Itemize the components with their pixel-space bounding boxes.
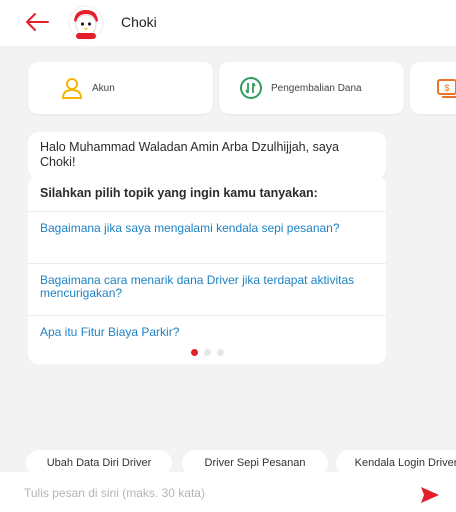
payment-icon: $	[437, 79, 456, 98]
topic-option[interactable]: Bagaimana cara menarik dana Driver jika …	[28, 263, 386, 315]
page-title: Choki	[121, 14, 157, 30]
back-arrow-icon[interactable]	[24, 9, 50, 35]
carousel-dots	[28, 349, 386, 356]
topic-heading: Silahkan pilih topik yang ingin kamu tan…	[40, 186, 318, 200]
message-composer	[0, 472, 456, 512]
shortcut-pengembalian-dana[interactable]: Pengembalian Dana	[219, 62, 404, 114]
quick-replies: Ubah Data Diri Driver Driver Sepi Pesana…	[26, 450, 456, 472]
user-icon	[61, 78, 83, 99]
message-input[interactable]	[24, 482, 384, 504]
quick-reply-chip[interactable]: Ubah Data Diri Driver	[26, 450, 172, 472]
shortcut-payment[interactable]: $	[410, 62, 456, 114]
chat-area[interactable]: Akun Pengembalian Dana $ Halo Muhammad W…	[0, 46, 456, 472]
app-header: Choki	[0, 0, 456, 46]
carousel-dot[interactable]	[203, 349, 211, 356]
topic-option[interactable]: Bagaimana jika saya mengalami kendala se…	[28, 211, 386, 263]
shortcut-label: Akun	[92, 82, 115, 94]
topic-option[interactable]: Apa itu Fitur Biaya Parkir?	[28, 315, 386, 349]
shortcut-akun[interactable]: Akun	[28, 62, 213, 114]
topic-menu: Silahkan pilih topik yang ingin kamu tan…	[28, 176, 386, 364]
carousel-dot-active[interactable]	[190, 349, 198, 356]
svg-text:$: $	[444, 83, 449, 93]
refund-icon	[240, 77, 262, 99]
send-icon[interactable]	[420, 486, 440, 504]
quick-reply-chip[interactable]: Kendala Login Driver	[336, 450, 456, 472]
shortcut-label: Pengembalian Dana	[271, 82, 362, 94]
quick-reply-chip[interactable]: Driver Sepi Pesanan	[182, 450, 328, 472]
carousel-dot[interactable]	[216, 349, 224, 356]
shortcut-cards: Akun Pengembalian Dana $	[28, 62, 456, 114]
choki-avatar	[68, 5, 104, 41]
greeting-message: Halo Muhammad Waladan Amin Arba Dzulhijj…	[28, 132, 386, 178]
